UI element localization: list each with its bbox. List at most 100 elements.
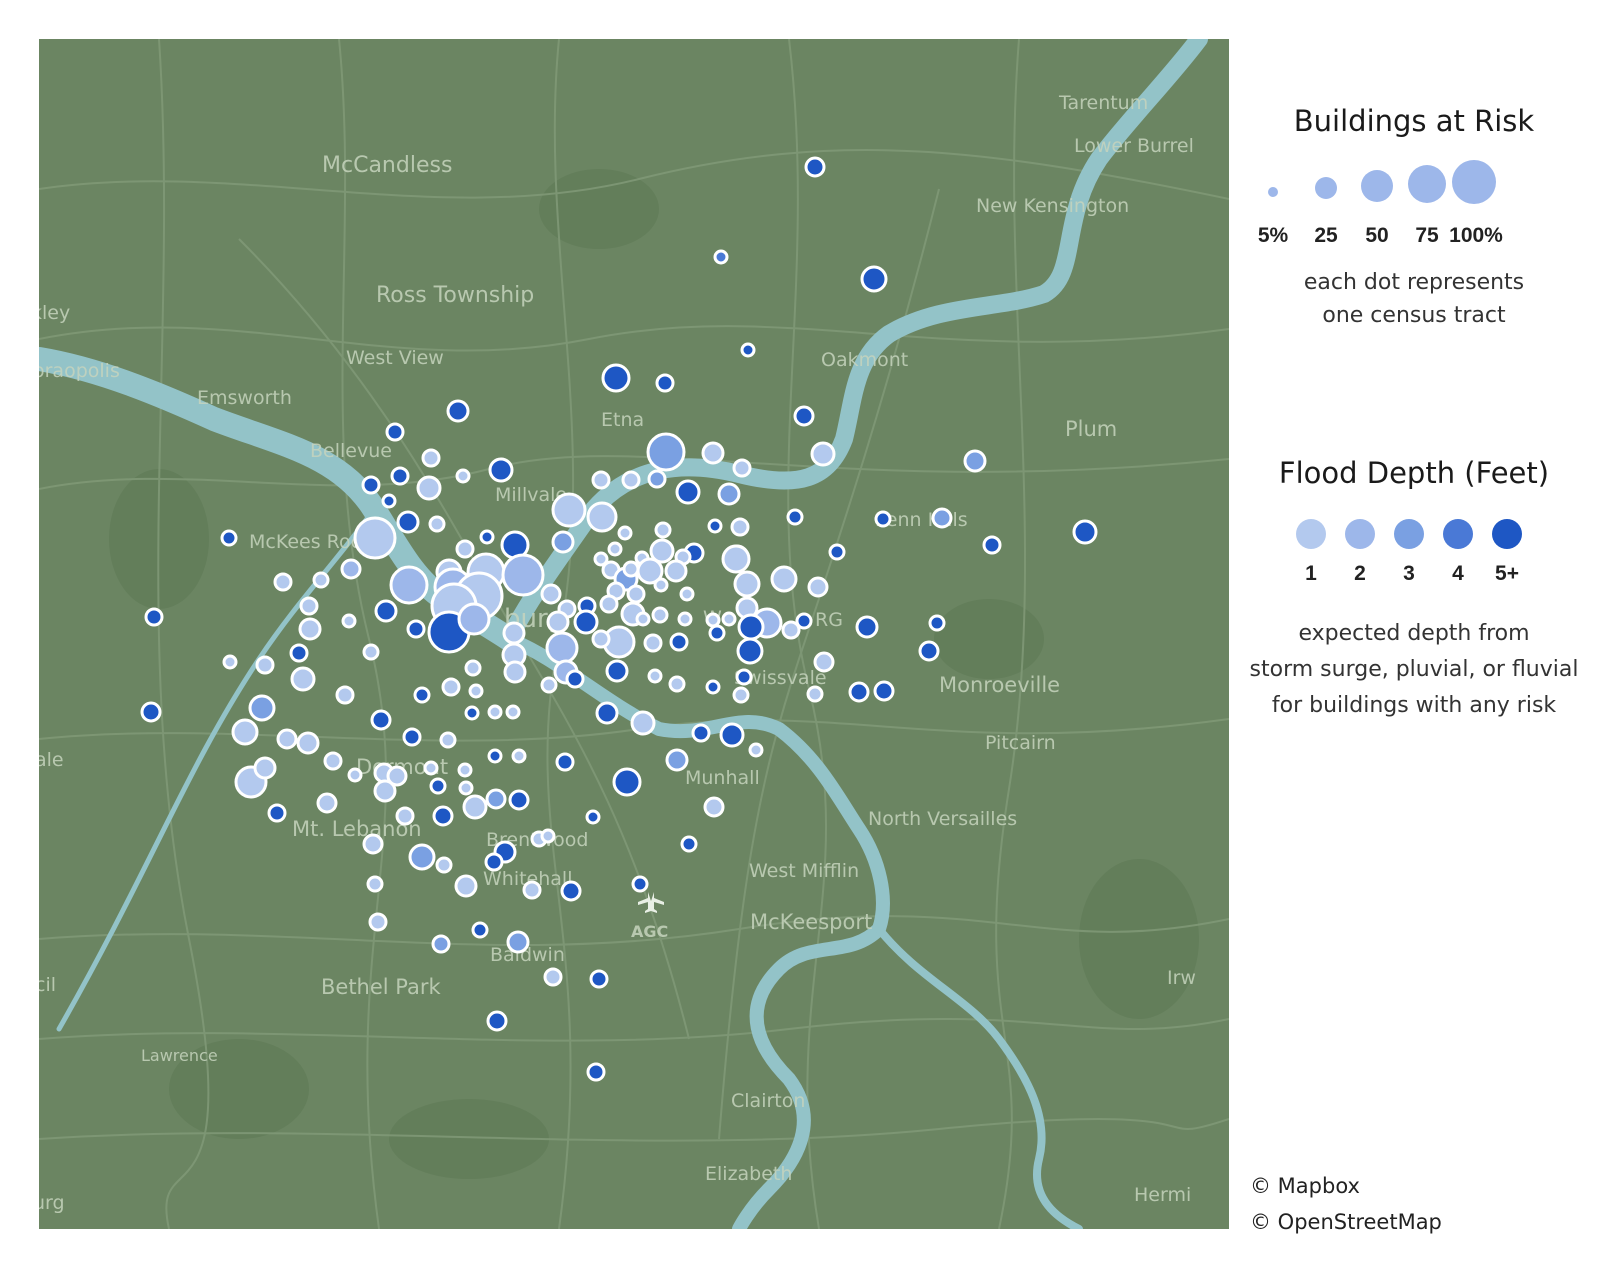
- census-tract-dot[interactable]: [255, 655, 275, 675]
- census-tract-dot[interactable]: [464, 659, 482, 677]
- census-tract-dot[interactable]: [381, 493, 397, 509]
- census-tract-dot[interactable]: [503, 660, 527, 684]
- map[interactable]: Tarentum Lower Burrel McCandless New Kensin…: [39, 39, 1229, 1229]
- census-tract-dot[interactable]: [551, 492, 587, 528]
- census-tract-dot[interactable]: [860, 265, 888, 293]
- attribution-osm[interactable]: © OpenStreetMap: [1250, 1204, 1442, 1240]
- census-tract-dot[interactable]: [220, 529, 238, 547]
- census-tract-dot[interactable]: [395, 806, 415, 826]
- census-tract-dot[interactable]: [828, 543, 846, 561]
- census-tract-dot[interactable]: [374, 599, 398, 623]
- census-tract-dot[interactable]: [599, 594, 619, 614]
- census-tract-dot[interactable]: [468, 683, 484, 699]
- census-tract-dot[interactable]: [928, 614, 946, 632]
- census-tract-dot[interactable]: [595, 701, 619, 725]
- census-tract-dot[interactable]: [735, 668, 753, 686]
- census-tract-dot[interactable]: [555, 752, 575, 772]
- census-tract-dot[interactable]: [370, 709, 392, 731]
- census-tract-dot[interactable]: [340, 558, 362, 580]
- census-tract-dot[interactable]: [522, 880, 542, 900]
- census-tract-dot[interactable]: [471, 921, 489, 939]
- census-tract-dot[interactable]: [441, 677, 461, 697]
- census-tract-dot[interactable]: [982, 535, 1002, 555]
- census-tract-dot[interactable]: [508, 789, 530, 811]
- census-tract-dot[interactable]: [362, 833, 384, 855]
- census-tract-dot[interactable]: [680, 835, 698, 853]
- census-tract-dot[interactable]: [545, 631, 579, 665]
- census-tract-dot[interactable]: [267, 803, 287, 823]
- census-tract-dot[interactable]: [732, 458, 752, 478]
- census-tract-dot[interactable]: [589, 969, 609, 989]
- census-tract-dot[interactable]: [457, 602, 491, 636]
- census-tract-dot[interactable]: [551, 530, 575, 554]
- census-tract-dot[interactable]: [654, 521, 672, 539]
- census-tract-dot[interactable]: [647, 469, 667, 489]
- census-tract-dot[interactable]: [487, 704, 503, 720]
- census-tract-dot[interactable]: [732, 686, 750, 704]
- census-tract-dot[interactable]: [630, 710, 656, 736]
- census-tract-dot[interactable]: [565, 669, 585, 689]
- census-tract-dot[interactable]: [848, 681, 870, 703]
- census-tract-dot[interactable]: [733, 570, 761, 598]
- census-tract-dot[interactable]: [813, 651, 835, 673]
- census-tract-dot[interactable]: [439, 731, 457, 749]
- census-tract-dot[interactable]: [621, 470, 641, 490]
- census-tract-dot[interactable]: [479, 529, 495, 545]
- census-tract-dot[interactable]: [770, 565, 798, 593]
- census-tract-dot[interactable]: [455, 539, 475, 559]
- census-tract-dot[interactable]: [793, 405, 815, 427]
- census-tract-dot[interactable]: [1072, 519, 1098, 545]
- census-tract-dot[interactable]: [416, 475, 442, 501]
- census-tract-dot[interactable]: [668, 675, 686, 693]
- census-tract-dot[interactable]: [601, 363, 631, 393]
- census-tract-dot[interactable]: [585, 809, 601, 825]
- census-tract-dot[interactable]: [408, 843, 436, 871]
- census-tract-dot[interactable]: [502, 621, 526, 645]
- census-tract-dot[interactable]: [312, 571, 330, 589]
- census-tract-dot[interactable]: [396, 510, 420, 534]
- census-tract-dot[interactable]: [402, 727, 422, 747]
- census-tract-dot[interactable]: [717, 482, 741, 506]
- census-tract-dot[interactable]: [428, 515, 446, 533]
- census-tract-dot[interactable]: [612, 767, 642, 797]
- census-tract-dot[interactable]: [786, 508, 804, 526]
- census-tract-dot[interactable]: [647, 668, 663, 684]
- census-tract-dot[interactable]: [703, 796, 725, 818]
- census-tract-dot[interactable]: [389, 565, 429, 605]
- census-tract-dot[interactable]: [347, 767, 363, 783]
- census-tract-dot[interactable]: [462, 794, 488, 820]
- census-tract-dot[interactable]: [505, 704, 521, 720]
- census-tract-dot[interactable]: [586, 501, 618, 533]
- census-tract-dot[interactable]: [413, 686, 431, 704]
- census-tract-dot[interactable]: [721, 611, 737, 627]
- census-tract-dot[interactable]: [653, 577, 669, 593]
- census-tract-dot[interactable]: [457, 762, 473, 778]
- census-tract-dot[interactable]: [546, 610, 570, 634]
- census-tract-dot[interactable]: [591, 629, 611, 649]
- census-tract-dot[interactable]: [665, 748, 689, 772]
- census-tract-dot[interactable]: [429, 777, 447, 795]
- census-tract-dot[interactable]: [501, 553, 545, 597]
- census-tract-dot[interactable]: [506, 930, 530, 954]
- census-tract-dot[interactable]: [675, 479, 701, 505]
- census-tract-dot[interactable]: [804, 156, 826, 178]
- census-tract-dot[interactable]: [464, 705, 480, 721]
- census-tract-dot[interactable]: [737, 613, 765, 641]
- census-tract-dot[interactable]: [626, 584, 646, 604]
- census-tract-dot[interactable]: [406, 619, 426, 639]
- census-tract-dot[interactable]: [707, 518, 723, 534]
- census-tract-dot[interactable]: [248, 694, 276, 722]
- census-tract-dot[interactable]: [605, 659, 629, 683]
- census-tract-dot[interactable]: [607, 541, 623, 557]
- census-tract-dot[interactable]: [679, 586, 695, 602]
- census-tract-dot[interactable]: [485, 788, 507, 810]
- census-tract-dot[interactable]: [540, 583, 562, 605]
- census-tract-dot[interactable]: [855, 615, 879, 639]
- census-tract-dot[interactable]: [373, 779, 397, 803]
- census-tract-dot[interactable]: [446, 399, 470, 423]
- census-tract-dot[interactable]: [721, 544, 751, 574]
- census-tract-dot[interactable]: [435, 856, 453, 874]
- census-tract-dot[interactable]: [487, 748, 503, 764]
- census-tract-dot[interactable]: [622, 560, 640, 578]
- census-tract-dot[interactable]: [431, 934, 451, 954]
